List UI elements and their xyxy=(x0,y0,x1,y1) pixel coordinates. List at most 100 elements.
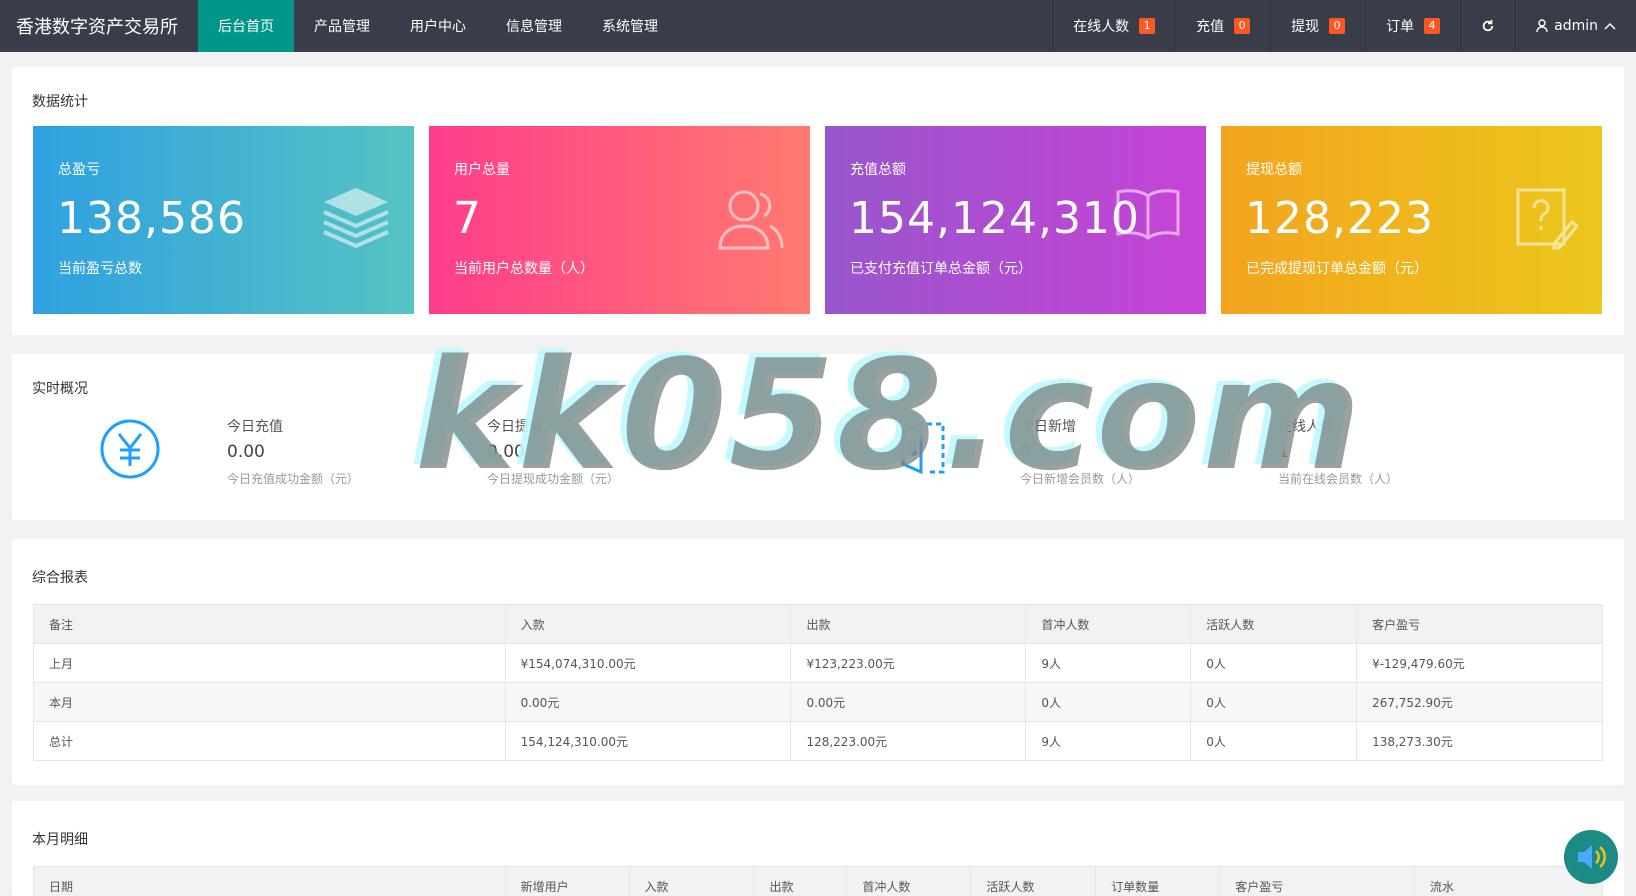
stat-card-label: 提现总额 xyxy=(1246,162,1302,178)
report-table: 备注 入款 出款 首冲人数 活跃人数 客户盈亏 上月 ¥154,074,310.… xyxy=(33,604,1603,761)
table-cell: ¥123,223.00元 xyxy=(790,643,1027,683)
column-header: 入款 xyxy=(628,866,755,896)
stat-card-profit: 总盈亏 138,586 当前盈亏总数 xyxy=(33,126,414,314)
table-header-row: 日期 新增用户 入款 出款 首冲人数 活跃人数 订单数量 客户盈亏 流水 xyxy=(33,866,1603,896)
table-cell: 267,752.90元 xyxy=(1356,682,1603,722)
stat-card-users: 用户总量 7 当前用户总数量（人） xyxy=(429,126,810,314)
report-title: 综合报表 xyxy=(32,570,88,586)
realtime-item-desc: 今日新增会员数（人） xyxy=(1020,472,1141,486)
column-header: 新增用户 xyxy=(504,866,630,896)
column-header: 出款 xyxy=(790,604,1027,644)
column-header: 首冲人数 xyxy=(1025,604,1192,644)
column-header: 客户盈亏 xyxy=(1219,866,1416,896)
stat-card-recharge: 充值总额 154,124,310 已支付充值订单总金额（元） xyxy=(825,126,1206,314)
table-row: 本月 0.00元 0.00元 0人 0人 267,752.90元 xyxy=(33,682,1603,722)
orders-badge: 4 xyxy=(1424,18,1441,34)
realtime-item-value: 0.00 xyxy=(227,442,265,462)
table-cell: 0人 xyxy=(1025,682,1192,722)
column-header: 首冲人数 xyxy=(846,866,972,896)
withdraw-link[interactable]: 提现 0 xyxy=(1270,0,1365,52)
right-nav: 在线人数 1 充值 0 提现 0 订单 4 admin xyxy=(1052,0,1636,52)
recharge-link[interactable]: 充值 0 xyxy=(1175,0,1270,52)
layers-icon xyxy=(323,188,389,248)
column-header: 订单数量 xyxy=(1095,866,1221,896)
orders-label: 订单 xyxy=(1386,19,1415,35)
table-cell: 128,223.00元 xyxy=(790,721,1027,761)
online-badge: 1 xyxy=(1139,18,1156,34)
refresh-button[interactable] xyxy=(1460,0,1515,52)
nav-home[interactable]: 后台首页 xyxy=(198,0,294,52)
table-cell: 9人 xyxy=(1025,643,1192,683)
main-nav: 后台首页 产品管理 用户中心 信息管理 系统管理 xyxy=(198,0,678,52)
stat-card-withdraw: 提现总额 128,223 已完成提现订单总金额（元） xyxy=(1221,126,1602,314)
book-icon xyxy=(1116,189,1180,240)
table-cell: ¥154,074,310.00元 xyxy=(504,643,792,683)
stats-title: 数据统计 xyxy=(32,94,88,110)
table-cell: 0人 xyxy=(1190,682,1358,722)
stat-card-sub: 当前盈亏总数 xyxy=(58,261,142,277)
withdraw-label: 提现 xyxy=(1291,19,1320,35)
question-edit-icon xyxy=(1516,188,1578,250)
column-header: 活跃人数 xyxy=(970,866,1097,896)
realtime-title: 实时概况 xyxy=(32,381,88,397)
realtime-item-title: 今日充值 xyxy=(227,419,283,435)
online-label: 在线人数 xyxy=(1073,19,1130,35)
stat-card-sub: 当前用户总数量（人） xyxy=(454,261,594,277)
stat-card-label: 用户总量 xyxy=(454,162,510,178)
column-header: 出款 xyxy=(753,866,848,896)
stat-card-sub: 已支付充值订单总金额（元） xyxy=(850,261,1032,277)
nav-products[interactable]: 产品管理 xyxy=(294,0,390,52)
nav-users[interactable]: 用户中心 xyxy=(390,0,486,52)
column-header: 活跃人数 xyxy=(1190,604,1358,644)
table-cell: 0.00元 xyxy=(790,682,1027,722)
recharge-label: 充值 xyxy=(1196,19,1225,35)
stat-card-value: 138,586 xyxy=(57,193,246,244)
column-header: 日期 xyxy=(33,866,506,896)
stat-card-sub: 已完成提现订单总金额（元） xyxy=(1246,261,1428,277)
table-cell: 9人 xyxy=(1025,721,1192,761)
orders-link[interactable]: 订单 4 xyxy=(1365,0,1460,52)
realtime-item-title: 今日新增 xyxy=(1020,419,1076,435)
withdraw-badge: 0 xyxy=(1329,18,1346,34)
refresh-icon xyxy=(1482,19,1494,32)
column-header: 客户盈亏 xyxy=(1356,604,1603,644)
monthly-title: 本月明细 xyxy=(32,832,88,848)
realtime-item-value: 1 xyxy=(1278,442,1289,462)
column-header: 备注 xyxy=(33,604,506,644)
table-cell: 上月 xyxy=(33,643,506,683)
realtime-item-desc: 今日充值成功金额（元） xyxy=(227,472,360,486)
realtime-item-desc: 当前在线会员数（人） xyxy=(1278,472,1399,486)
floating-sound-button[interactable] xyxy=(1564,830,1618,884)
nav-system[interactable]: 系统管理 xyxy=(582,0,678,52)
column-header: 入款 xyxy=(504,604,792,644)
table-row: 总计 154,124,310.00元 128,223.00元 9人 0人 138… xyxy=(33,721,1603,761)
user-icon xyxy=(1536,19,1548,33)
stat-card-label: 充值总额 xyxy=(850,162,906,178)
exit-icon xyxy=(901,421,945,475)
user-menu[interactable]: admin xyxy=(1515,0,1636,52)
table-cell: 总计 xyxy=(33,721,506,761)
table-cell: 0.00元 xyxy=(504,682,792,722)
stat-card-value: 154,124,310 xyxy=(849,193,1140,244)
recharge-badge: 0 xyxy=(1234,18,1251,34)
realtime-item-title: 在线人数 xyxy=(1278,419,1334,435)
table-cell: 0人 xyxy=(1190,643,1358,683)
speaker-icon xyxy=(1578,845,1606,869)
realtime-item-value: 0 xyxy=(1020,442,1031,462)
table-row: 上月 ¥154,074,310.00元 ¥123,223.00元 9人 0人 ¥… xyxy=(33,643,1603,683)
table-cell: 本月 xyxy=(33,682,506,722)
online-count-link[interactable]: 在线人数 1 xyxy=(1052,0,1175,52)
stat-card-label: 总盈亏 xyxy=(58,162,100,178)
nav-info[interactable]: 信息管理 xyxy=(486,0,582,52)
users-icon xyxy=(718,190,784,250)
table-header-row: 备注 入款 出款 首冲人数 活跃人数 客户盈亏 xyxy=(33,604,1603,644)
realtime-item-desc: 今日提现成功金额（元） xyxy=(487,472,620,486)
brand-title: 香港数字资产交易所 xyxy=(16,17,178,38)
table-cell: 0人 xyxy=(1190,721,1358,761)
table-cell: 154,124,310.00元 xyxy=(504,721,792,761)
realtime-item-title: 今日提现 xyxy=(487,419,543,435)
realtime-item-new: 今日新增 0 今日新增会员数（人） xyxy=(1020,416,1140,487)
stat-card-value: 128,223 xyxy=(1245,193,1434,244)
table-cell: 138,273.30元 xyxy=(1356,721,1603,761)
yuan-icon xyxy=(100,419,160,479)
